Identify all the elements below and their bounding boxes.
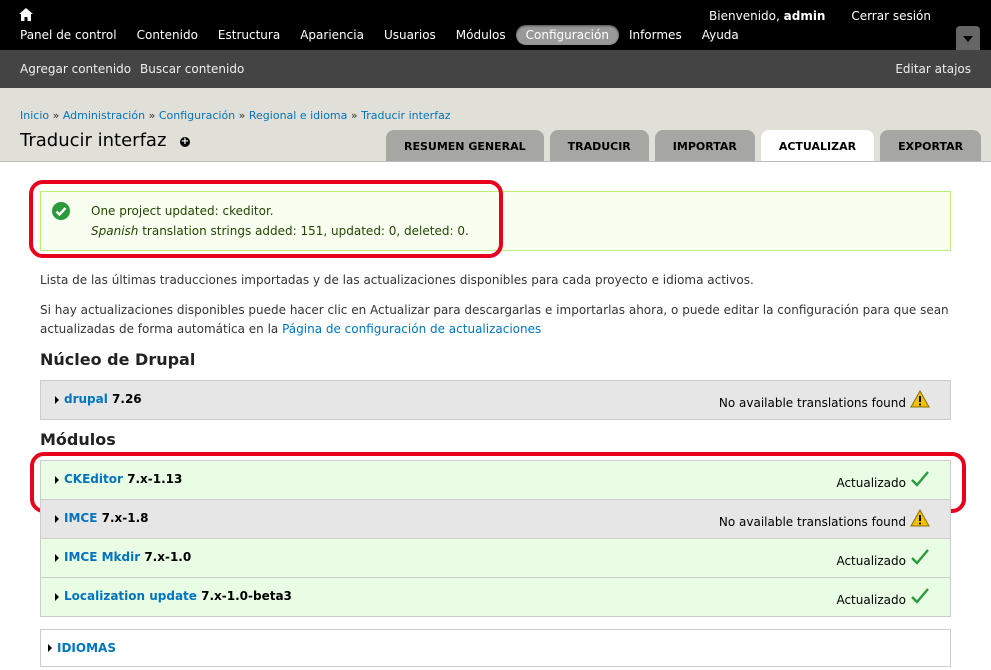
menu-item-reports[interactable]: Informes	[619, 25, 692, 45]
project-status: Actualizado	[836, 593, 906, 607]
shortcut-add-content[interactable]: Agregar contenido	[20, 62, 131, 76]
project-status: No available translations found	[718, 396, 906, 410]
project-status: No available translations found	[718, 515, 906, 529]
warning-icon	[910, 389, 930, 408]
shortcuts-bar: Agregar contenido Buscar contenido Edita…	[0, 50, 991, 88]
tab-import[interactable]: IMPORTAR	[654, 130, 755, 161]
tab-overview[interactable]: RESUMEN GENERAL	[386, 130, 544, 161]
project-name: Localization update 7.x-1.0-beta3	[64, 589, 292, 603]
breadcrumb-admin[interactable]: Administración	[63, 109, 145, 122]
checkmark-icon	[910, 587, 930, 605]
user-area: Bienvenido, admin Cerrar sesión	[709, 9, 931, 23]
home-icon[interactable]	[19, 8, 33, 21]
project-name: IMCE Mkdir 7.x-1.0	[64, 550, 192, 564]
expand-arrow-icon	[55, 515, 59, 523]
username-link[interactable]: admin	[784, 9, 826, 23]
toolbar-menu: Panel de control Contenido Estructura Ap…	[10, 25, 749, 47]
edit-shortcuts-link[interactable]: Editar atajos	[895, 62, 971, 76]
project-name: IMCE 7.x-1.8	[64, 511, 149, 525]
shortcut-find-content[interactable]: Buscar contenido	[140, 62, 244, 76]
menu-item-configuration[interactable]: Configuración	[515, 25, 619, 45]
languages-label: IDIOMAS	[57, 641, 116, 655]
expand-arrow-icon	[48, 644, 52, 652]
menu-item-help[interactable]: Ayuda	[692, 25, 749, 45]
add-shortcut-icon[interactable]: +	[180, 137, 190, 147]
section-core-title: Núcleo de Drupal	[40, 350, 196, 369]
breadcrumb: Inicio » Administración » Configuración …	[20, 109, 451, 122]
drawer-toggle-button[interactable]	[956, 26, 980, 52]
languages-fieldset[interactable]: IDIOMAS	[40, 629, 951, 667]
project-row-drupal[interactable]: drupal 7.26 No available translations fo…	[40, 380, 951, 420]
expand-arrow-icon	[55, 593, 59, 601]
breadcrumb-translate[interactable]: Traducir interfaz	[361, 109, 450, 122]
menu-item-structure[interactable]: Estructura	[208, 25, 290, 45]
tab-update[interactable]: ACTUALIZAR	[760, 130, 875, 161]
project-row-imce-mkdir[interactable]: IMCE Mkdir 7.x-1.0 Actualizado	[40, 538, 951, 578]
project-row-imce[interactable]: IMCE 7.x-1.8 No available translations f…	[40, 499, 951, 539]
tab-translate[interactable]: TRADUCIR	[549, 130, 649, 161]
warning-icon	[910, 508, 930, 527]
breadcrumb-config[interactable]: Configuración	[159, 109, 235, 122]
menu-item-appearance[interactable]: Apariencia	[290, 25, 374, 45]
page-title: Traducir interfaz	[20, 130, 167, 151]
tabs: RESUMEN GENERAL TRADUCIR IMPORTAR ACTUAL…	[386, 130, 987, 161]
project-status: Actualizado	[836, 554, 906, 568]
project-name: drupal 7.26	[64, 392, 142, 406]
menu-item-panel[interactable]: Panel de control	[10, 25, 127, 45]
checkmark-icon	[910, 548, 930, 566]
breadcrumb-home[interactable]: Inicio	[20, 109, 49, 122]
menu-item-users[interactable]: Usuarios	[374, 25, 446, 45]
highlight-callout-message	[29, 180, 503, 258]
admin-toolbar: Bienvenido, admin Cerrar sesión Panel de…	[0, 0, 991, 52]
project-row-localization-update[interactable]: Localization update 7.x-1.0-beta3 Actual…	[40, 577, 951, 617]
breadcrumb-regional[interactable]: Regional e idioma	[249, 109, 348, 122]
expand-arrow-icon	[55, 554, 59, 562]
welcome-text: Bienvenido, admin	[709, 9, 826, 23]
tab-export[interactable]: EXPORTAR	[880, 130, 982, 161]
update-settings-link[interactable]: Página de configuración de actualizacion…	[282, 322, 541, 336]
menu-item-modules[interactable]: Módulos	[446, 25, 516, 45]
section-modules-title: Módulos	[40, 430, 116, 449]
intro-text: Lista de las últimas traducciones import…	[40, 273, 754, 287]
menu-item-content[interactable]: Contenido	[127, 25, 208, 45]
logout-link[interactable]: Cerrar sesión	[851, 9, 931, 23]
page-header: Inicio » Administración » Configuración …	[0, 88, 991, 162]
expand-arrow-icon	[55, 396, 59, 404]
intro-text-2: Si hay actualizaciones disponibles puede…	[40, 303, 949, 336]
